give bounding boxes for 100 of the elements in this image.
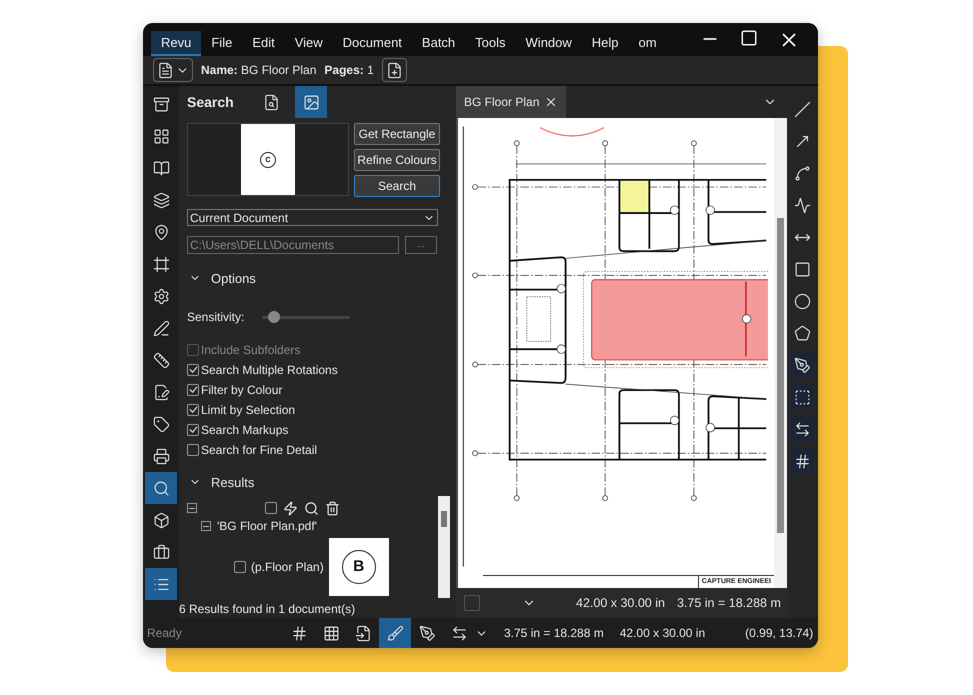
map-pin-icon <box>152 224 170 240</box>
rectangle-icon <box>794 260 810 278</box>
book-icon <box>152 160 170 176</box>
zigzag-icon <box>794 196 810 214</box>
checkbox-label: Search for Fine Detail <box>201 442 318 456</box>
results-header[interactable]: Results <box>187 472 453 492</box>
search-tab[interactable] <box>145 472 177 504</box>
length-tool[interactable] <box>790 352 814 378</box>
results-summary: 6 Results found in 1 document(s) <box>179 602 356 618</box>
page-size: 42.00 x 30.00 in <box>576 596 665 610</box>
span-tool[interactable] <box>790 416 814 442</box>
layers-icon <box>152 192 170 208</box>
pen-nib-icon <box>794 356 810 374</box>
sensitivity-label: Sensitivity: <box>187 310 244 324</box>
close-icon[interactable] <box>544 95 558 109</box>
menu-item[interactable]: Tools <box>465 31 516 56</box>
checkbox[interactable] <box>265 502 277 514</box>
checkbox-label: Search Markups <box>201 422 288 436</box>
options-header[interactable]: Options <box>187 268 453 288</box>
printer-icon <box>152 448 170 464</box>
path-field[interactable]: C:\Users\DELL\Documents <box>187 236 399 254</box>
menu-item[interactable]: Help <box>582 31 629 56</box>
area-tool[interactable] <box>790 384 814 410</box>
scope-dropdown[interactable]: Current Document <box>187 209 438 226</box>
checkbox[interactable] <box>187 404 199 416</box>
trash-icon[interactable] <box>325 500 340 516</box>
status-text: Ready <box>146 626 183 640</box>
cube-icon <box>152 512 170 528</box>
brush-icon <box>386 624 404 642</box>
circle-icon <box>794 292 810 310</box>
panel-button[interactable]: Search <box>354 175 440 197</box>
document-name: Name: BG Floor Plan <box>201 63 316 77</box>
menu-item[interactable]: Revu <box>151 31 202 56</box>
pen-icon <box>152 320 170 336</box>
menu-item[interactable]: File <box>201 31 242 56</box>
tag-icon <box>152 416 170 432</box>
checkbox-label: Filter by Colour <box>201 382 282 396</box>
page-scale: 3.75 in = 18.288 m <box>676 596 781 610</box>
list-tab[interactable] <box>145 568 177 600</box>
status-scale: 3.75 in = 18.288 m <box>504 626 604 640</box>
collapse-icon[interactable] <box>187 503 197 513</box>
slider-thumb[interactable] <box>268 310 280 322</box>
result-label[interactable]: (p.Floor Plan) <box>251 560 324 574</box>
count-tool[interactable] <box>790 448 814 474</box>
cursor-coordinates: (0.99, 13.74) <box>745 626 814 640</box>
document-search-icon <box>262 94 280 110</box>
image-icon <box>302 94 320 110</box>
panel-title: Search <box>187 94 235 110</box>
line-icon <box>794 100 810 118</box>
page-arrow-icon <box>354 624 372 642</box>
grid-icon <box>322 624 340 642</box>
snap-markup-toggle[interactable] <box>379 618 411 648</box>
hash-icon <box>794 452 810 470</box>
scrollbar[interactable] <box>774 118 787 588</box>
ruler-icon <box>152 352 170 368</box>
collapse-icon[interactable] <box>201 521 211 531</box>
grid-bubble-mark: B <box>342 550 376 584</box>
lightning-icon[interactable] <box>283 500 298 516</box>
checkbox-label: Limit by Selection <box>201 402 296 416</box>
browse-button[interactable]: ... <box>405 236 437 254</box>
checkbox[interactable] <box>187 444 199 456</box>
settings-icon <box>152 288 170 304</box>
checkbox[interactable] <box>187 384 199 396</box>
frame-icon <box>152 256 170 272</box>
grid-icon <box>152 128 170 144</box>
menu-item[interactable]: Window <box>516 31 582 56</box>
briefcase-icon <box>152 544 170 560</box>
menu-item[interactable]: Edit <box>242 31 285 56</box>
pen-nib-icon <box>418 624 436 642</box>
checkbox-label: Search Multiple Rotations <box>201 362 338 376</box>
maximize-icon[interactable] <box>740 28 758 46</box>
document-tab[interactable]: BG Floor Plan <box>456 86 566 118</box>
curve-icon <box>794 164 810 182</box>
search-icon[interactable] <box>304 500 319 516</box>
dashed-square-icon <box>794 388 810 406</box>
form-icon <box>152 384 170 400</box>
swap-arrows-icon <box>794 420 810 438</box>
panel-button[interactable]: Get Rectangle <box>354 123 440 145</box>
checkbox[interactable] <box>464 595 480 611</box>
menu-item[interactable]: Document <box>332 31 412 56</box>
page-count: Pages: 1 <box>324 63 374 77</box>
panel-button[interactable]: Refine Colours <box>354 149 440 171</box>
search-icon <box>152 480 170 496</box>
menu-item[interactable]: View <box>284 31 333 56</box>
hash-icon <box>290 624 308 642</box>
document-menu-button[interactable] <box>153 58 193 82</box>
scrollbar[interactable] <box>438 496 450 598</box>
image-search-tab[interactable] <box>295 86 327 118</box>
status-size: 42.00 x 30.00 in <box>620 626 706 640</box>
checkbox[interactable] <box>234 561 246 573</box>
page-plus-icon <box>386 62 403 78</box>
swap-arrows-icon <box>450 624 468 642</box>
menu-item[interactable]: om <box>628 31 667 56</box>
new-page-button[interactable] <box>382 58 407 82</box>
document-icon <box>157 62 174 78</box>
checkbox[interactable] <box>187 364 199 376</box>
checkbox[interactable] <box>187 424 199 436</box>
cabinet-icon <box>152 96 170 112</box>
file-name[interactable]: 'BG Floor Plan.pdf' <box>217 519 317 533</box>
menu-item[interactable]: Batch <box>412 31 466 56</box>
